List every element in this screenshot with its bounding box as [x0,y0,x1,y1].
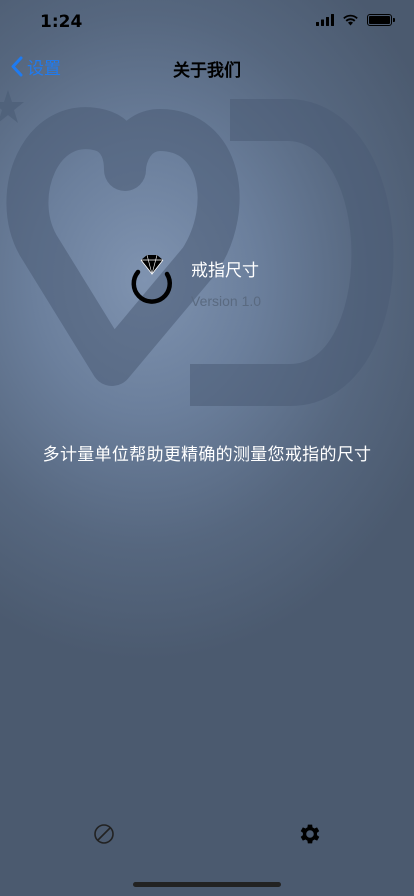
app-version: Version 1.0 [191,293,262,309]
status-bar: 1:24 [0,0,414,44]
app-name: 戒指尺寸 [191,261,259,281]
app-info: 戒指尺寸 Version 1.0 [125,252,261,314]
page-title: 关于我们 [173,61,241,81]
wifi-icon [343,14,358,26]
nav-bar: 设置 关于我们 [0,44,414,88]
tab-measure[interactable] [90,820,118,848]
tab-settings[interactable] [296,820,324,848]
star-icon [0,90,24,123]
battery-icon [367,14,395,26]
gear-icon [300,824,320,844]
background-logo [0,90,394,406]
status-time: 1:24 [40,12,83,32]
home-indicator [133,882,281,887]
signal-icon [316,14,334,26]
ring-icon [131,254,173,304]
ring-measure-icon [94,824,114,844]
status-icons [316,14,395,26]
tab-bar [0,810,414,860]
app-description: 多计量单位帮助更精确的测量您戒指的尺寸 [42,445,372,465]
